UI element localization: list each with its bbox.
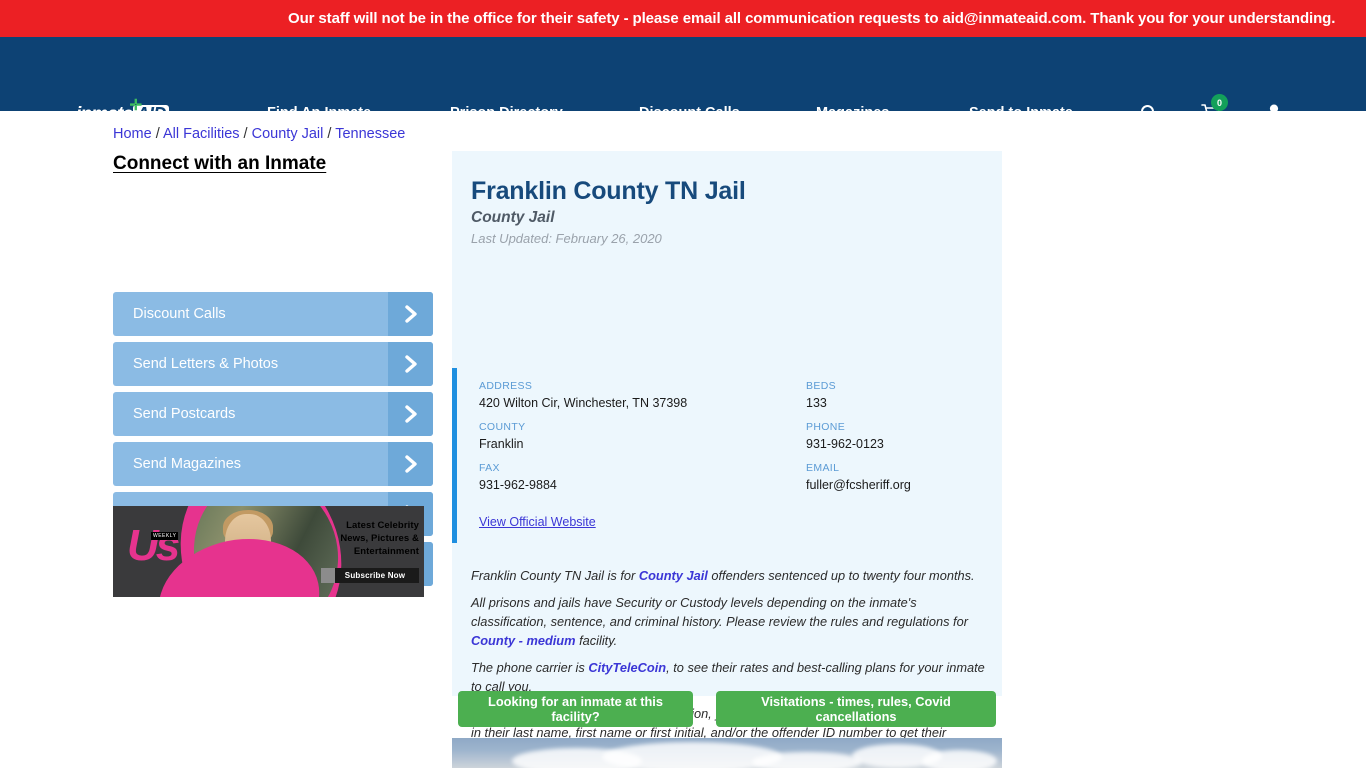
- breadcrumb-item-home[interactable]: Home: [113, 126, 152, 142]
- breadcrumb-item-county-jail[interactable]: County Jail: [252, 126, 324, 142]
- inline-link-county-medium[interactable]: County - medium: [471, 633, 576, 648]
- breadcrumb: Home / All Facilities / County Jail / Te…: [113, 126, 405, 142]
- sidebar-item-label: Send Letters & Photos: [133, 356, 279, 372]
- facility-field-fax: FAX 931-962-9884: [479, 462, 557, 492]
- ad-brand-logo: Us: [127, 521, 180, 570]
- field-value: 133: [806, 396, 827, 410]
- inline-link-county-jail[interactable]: County Jail: [639, 568, 708, 583]
- ad-subscribe-button[interactable]: Subscribe Now: [321, 568, 419, 583]
- alert-banner-text: Our staff will not be in the office for …: [288, 10, 1336, 27]
- paragraph-text: Franklin County TN Jail is for: [471, 568, 639, 583]
- sidebar-item-send-letters-photos[interactable]: Send Letters & Photos: [113, 342, 433, 386]
- field-label: ADDRESS: [479, 380, 533, 392]
- sidebar-item-send-magazines[interactable]: Send Magazines: [113, 442, 433, 486]
- inline-link-citytelecoin[interactable]: CityTeleCoin: [588, 660, 666, 675]
- chevron-right-icon: [388, 392, 433, 436]
- sidebar-item-discount-calls[interactable]: Discount Calls: [113, 292, 433, 336]
- ad-brand-sublabel: WEEKLY: [151, 532, 179, 540]
- last-updated-text: Last Updated: February 26, 2020: [471, 231, 662, 246]
- page-content: Home / All Facilities / County Jail / Te…: [0, 111, 1366, 768]
- facility-photo: [452, 738, 1002, 768]
- ad-copy-line: Entertainment: [353, 546, 419, 557]
- main-navigation-bar: inmate ✛ AID Find An Inmate Prison Direc…: [0, 37, 1366, 125]
- chevron-right-icon: [388, 342, 433, 386]
- field-value: 420 Wilton Cir, Winchester, TN 37398: [479, 396, 688, 410]
- view-official-website-link[interactable]: View Official Website: [479, 515, 596, 529]
- sidebar-item-label: Send Magazines: [133, 456, 242, 472]
- ad-copy-line: Latest Celebrity: [346, 520, 419, 531]
- paragraph-text: The phone carrier is: [471, 660, 589, 675]
- facility-card: Franklin County TN Jail County Jail Last…: [452, 151, 1002, 759]
- field-value: Franklin: [479, 437, 524, 451]
- paragraph-text: offenders sentenced up to twenty four mo…: [707, 568, 975, 583]
- chevron-right-icon: [388, 442, 433, 486]
- facility-field-beds: BEDS 133: [806, 380, 836, 410]
- field-label: EMAIL: [806, 462, 840, 474]
- ad-copy: Latest Celebrity News, Pictures & Entert…: [311, 519, 419, 558]
- info-panel-accent-bar: [452, 368, 457, 543]
- cloud-shape: [752, 752, 862, 768]
- page-title: Franklin County TN Jail: [471, 177, 746, 205]
- description-paragraph-2: All prisons and jails have Security or C…: [471, 593, 990, 650]
- inmate-lookup-button[interactable]: Looking for an inmate at this facility?: [458, 691, 693, 727]
- field-label: FAX: [479, 462, 500, 474]
- paragraph-text: All prisons and jails have Security or C…: [471, 595, 968, 629]
- field-label: BEDS: [806, 380, 836, 392]
- paragraph-text: facility.: [575, 633, 618, 648]
- breadcrumb-item-tennessee[interactable]: Tennessee: [335, 126, 405, 142]
- field-value: fuller@fcsheriff.org: [806, 478, 911, 492]
- breadcrumb-separator: /: [239, 126, 252, 142]
- sidebar-item-send-postcards[interactable]: Send Postcards: [113, 392, 433, 436]
- facility-field-county: COUNTY Franklin: [479, 421, 525, 451]
- sidebar-item-label: Discount Calls: [133, 306, 226, 322]
- field-value: 931-962-0123: [806, 437, 884, 451]
- visitation-info-button[interactable]: Visitations - times, rules, Covid cancel…: [716, 691, 996, 727]
- field-label: COUNTY: [479, 421, 526, 433]
- field-label: PHONE: [806, 421, 846, 433]
- breadcrumb-separator: /: [151, 126, 163, 142]
- facility-field-email: EMAIL fuller@fcsheriff.org: [806, 462, 911, 492]
- description-paragraph-1: Franklin County TN Jail is for County Ja…: [471, 566, 990, 585]
- sidebar-item-label: Send Postcards: [133, 406, 236, 422]
- advertisement-banner[interactable]: Us WEEKLY Latest Celebrity News, Picture…: [113, 506, 424, 597]
- facility-type: County Jail: [471, 209, 555, 226]
- chevron-right-icon: [388, 292, 433, 336]
- breadcrumb-item-all-facilities[interactable]: All Facilities: [163, 126, 240, 142]
- ad-copy-line: News, Pictures &: [340, 533, 419, 544]
- breadcrumb-separator: /: [323, 126, 336, 142]
- facility-field-phone: PHONE 931-962-0123: [806, 421, 884, 451]
- facility-field-address: ADDRESS 420 Wilton Cir, Winchester, TN 3…: [479, 380, 687, 410]
- alert-banner: Our staff will not be in the office for …: [0, 0, 1366, 37]
- cloud-shape: [922, 750, 997, 768]
- sidebar-heading: Connect with an Inmate: [113, 153, 327, 174]
- facility-info-panel: ADDRESS 420 Wilton Cir, Winchester, TN 3…: [452, 368, 1002, 543]
- cart-count-badge: 0: [1211, 94, 1228, 111]
- field-value: 931-962-9884: [479, 478, 557, 492]
